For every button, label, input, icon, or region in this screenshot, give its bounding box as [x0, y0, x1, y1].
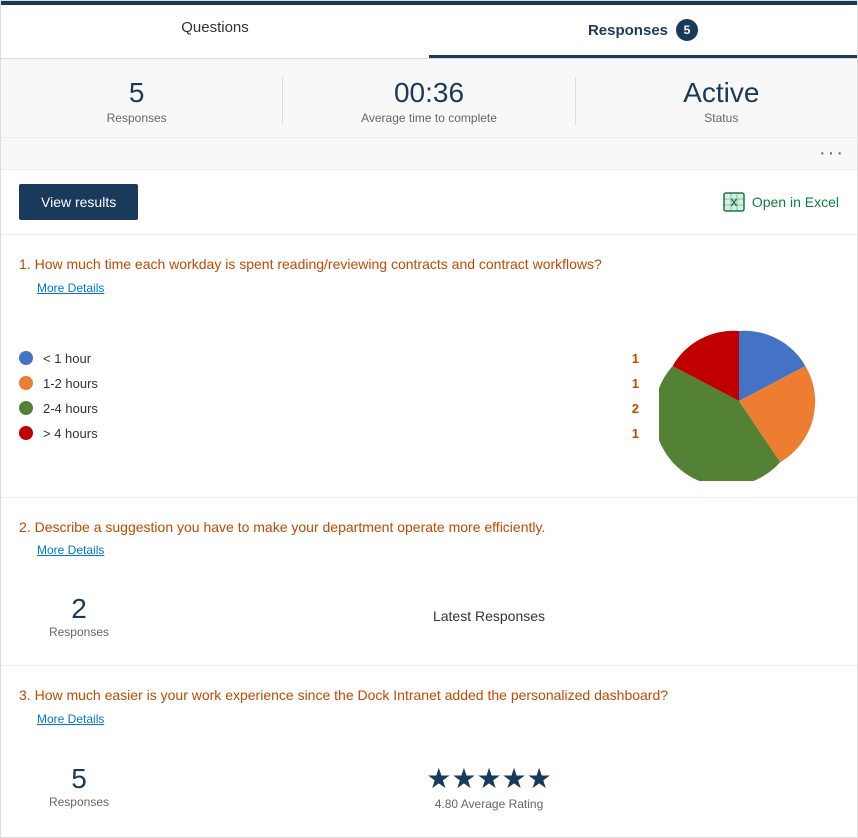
open-in-excel-link[interactable]: X Open in Excel	[722, 190, 839, 214]
legend-dot-3	[19, 426, 33, 440]
more-options-row: ···	[1, 138, 857, 170]
legend-count-2: 2	[632, 401, 639, 416]
legend-item-2: 2-4 hours 2	[19, 401, 639, 416]
question-3-body: How much easier is your work experience …	[35, 687, 668, 703]
main-container: Questions Responses 5 5 Responses 00:36 …	[0, 0, 858, 838]
stat-responses-label: Responses	[1, 111, 272, 125]
action-bar: View results X Open in Excel	[1, 170, 857, 235]
question-1-legend: < 1 hour 1 1-2 hours 1 2-4 hours 2 > 4 h…	[19, 351, 639, 451]
question-2-number: 2.	[19, 519, 31, 535]
question-3-content: 5 Responses ★★★★★ 4.80 Average Rating	[19, 752, 839, 821]
more-options-button[interactable]: ···	[819, 142, 845, 165]
open-in-excel-label: Open in Excel	[752, 194, 839, 210]
legend-dot-2	[19, 401, 33, 415]
legend-label-2: 2-4 hours	[43, 401, 602, 416]
question-3-responses-value: 5	[19, 763, 139, 795]
stat-avg-time-label: Average time to complete	[293, 111, 564, 125]
stat-status: Active Status	[586, 77, 857, 125]
question-2-responses-value: 2	[19, 593, 139, 625]
stat-avg-time: 00:36 Average time to complete	[293, 77, 564, 125]
question-3-more-details[interactable]: More Details	[37, 712, 104, 726]
legend-label-1: 1-2 hours	[43, 376, 602, 391]
question-3-responses-block: 5 Responses	[19, 763, 139, 809]
question-2-content: 2 Responses Latest Responses	[19, 583, 839, 649]
stat-divider-2	[575, 77, 576, 125]
tab-responses[interactable]: Responses 5	[429, 5, 857, 58]
legend-count-0: 1	[632, 351, 639, 366]
question-3-stars: ★★★★★	[139, 762, 839, 795]
legend-dot-1	[19, 376, 33, 390]
legend-item-3: > 4 hours 1	[19, 426, 639, 441]
question-1-text: 1. How much time each workday is spent r…	[19, 255, 839, 275]
stat-avg-time-value: 00:36	[293, 77, 564, 109]
question-3-responses-label: Responses	[19, 795, 139, 809]
question-3-number: 3.	[19, 687, 31, 703]
legend-count-1: 1	[632, 376, 639, 391]
question-3-stars-block: ★★★★★ 4.80 Average Rating	[139, 762, 839, 811]
stat-responses: 5 Responses	[1, 77, 272, 125]
stats-row: 5 Responses 00:36 Average time to comple…	[1, 59, 857, 138]
question-2-text: 2. Describe a suggestion you have to mak…	[19, 518, 839, 538]
legend-item-0: < 1 hour 1	[19, 351, 639, 366]
responses-badge: 5	[676, 19, 698, 41]
question-1-content: < 1 hour 1 1-2 hours 1 2-4 hours 2 > 4 h…	[19, 321, 839, 481]
stat-status-value: Active	[586, 77, 857, 109]
question-3-text: 3. How much easier is your work experien…	[19, 686, 839, 706]
pie-chart-wrapper	[639, 321, 839, 481]
question-1-body: How much time each workday is spent read…	[35, 256, 602, 272]
question-1-number: 1.	[19, 256, 31, 272]
tabs-bar: Questions Responses 5	[1, 5, 857, 59]
pie-chart	[659, 321, 819, 481]
question-1-more-details[interactable]: More Details	[37, 281, 104, 295]
stat-status-label: Status	[586, 111, 857, 125]
legend-label-3: > 4 hours	[43, 426, 602, 441]
legend-count-3: 1	[632, 426, 639, 441]
question-1-section: 1. How much time each workday is spent r…	[1, 235, 857, 498]
question-2-section: 2. Describe a suggestion you have to mak…	[1, 498, 857, 667]
question-2-latest-label: Latest Responses	[139, 608, 839, 624]
stat-divider-1	[282, 77, 283, 125]
legend-item-1: 1-2 hours 1	[19, 376, 639, 391]
question-2-body: Describe a suggestion you have to make y…	[35, 519, 546, 535]
question-2-responses-label: Responses	[19, 625, 139, 639]
tab-questions[interactable]: Questions	[1, 5, 429, 58]
excel-icon: X	[722, 190, 746, 214]
stat-responses-value: 5	[1, 77, 272, 109]
view-results-button[interactable]: View results	[19, 184, 138, 220]
question-3-avg-rating: 4.80 Average Rating	[139, 797, 839, 811]
legend-label-0: < 1 hour	[43, 351, 602, 366]
question-2-responses-block: 2 Responses	[19, 593, 139, 639]
question-2-more-details[interactable]: More Details	[37, 543, 104, 557]
question-3-section: 3. How much easier is your work experien…	[1, 666, 857, 837]
legend-dot-0	[19, 351, 33, 365]
